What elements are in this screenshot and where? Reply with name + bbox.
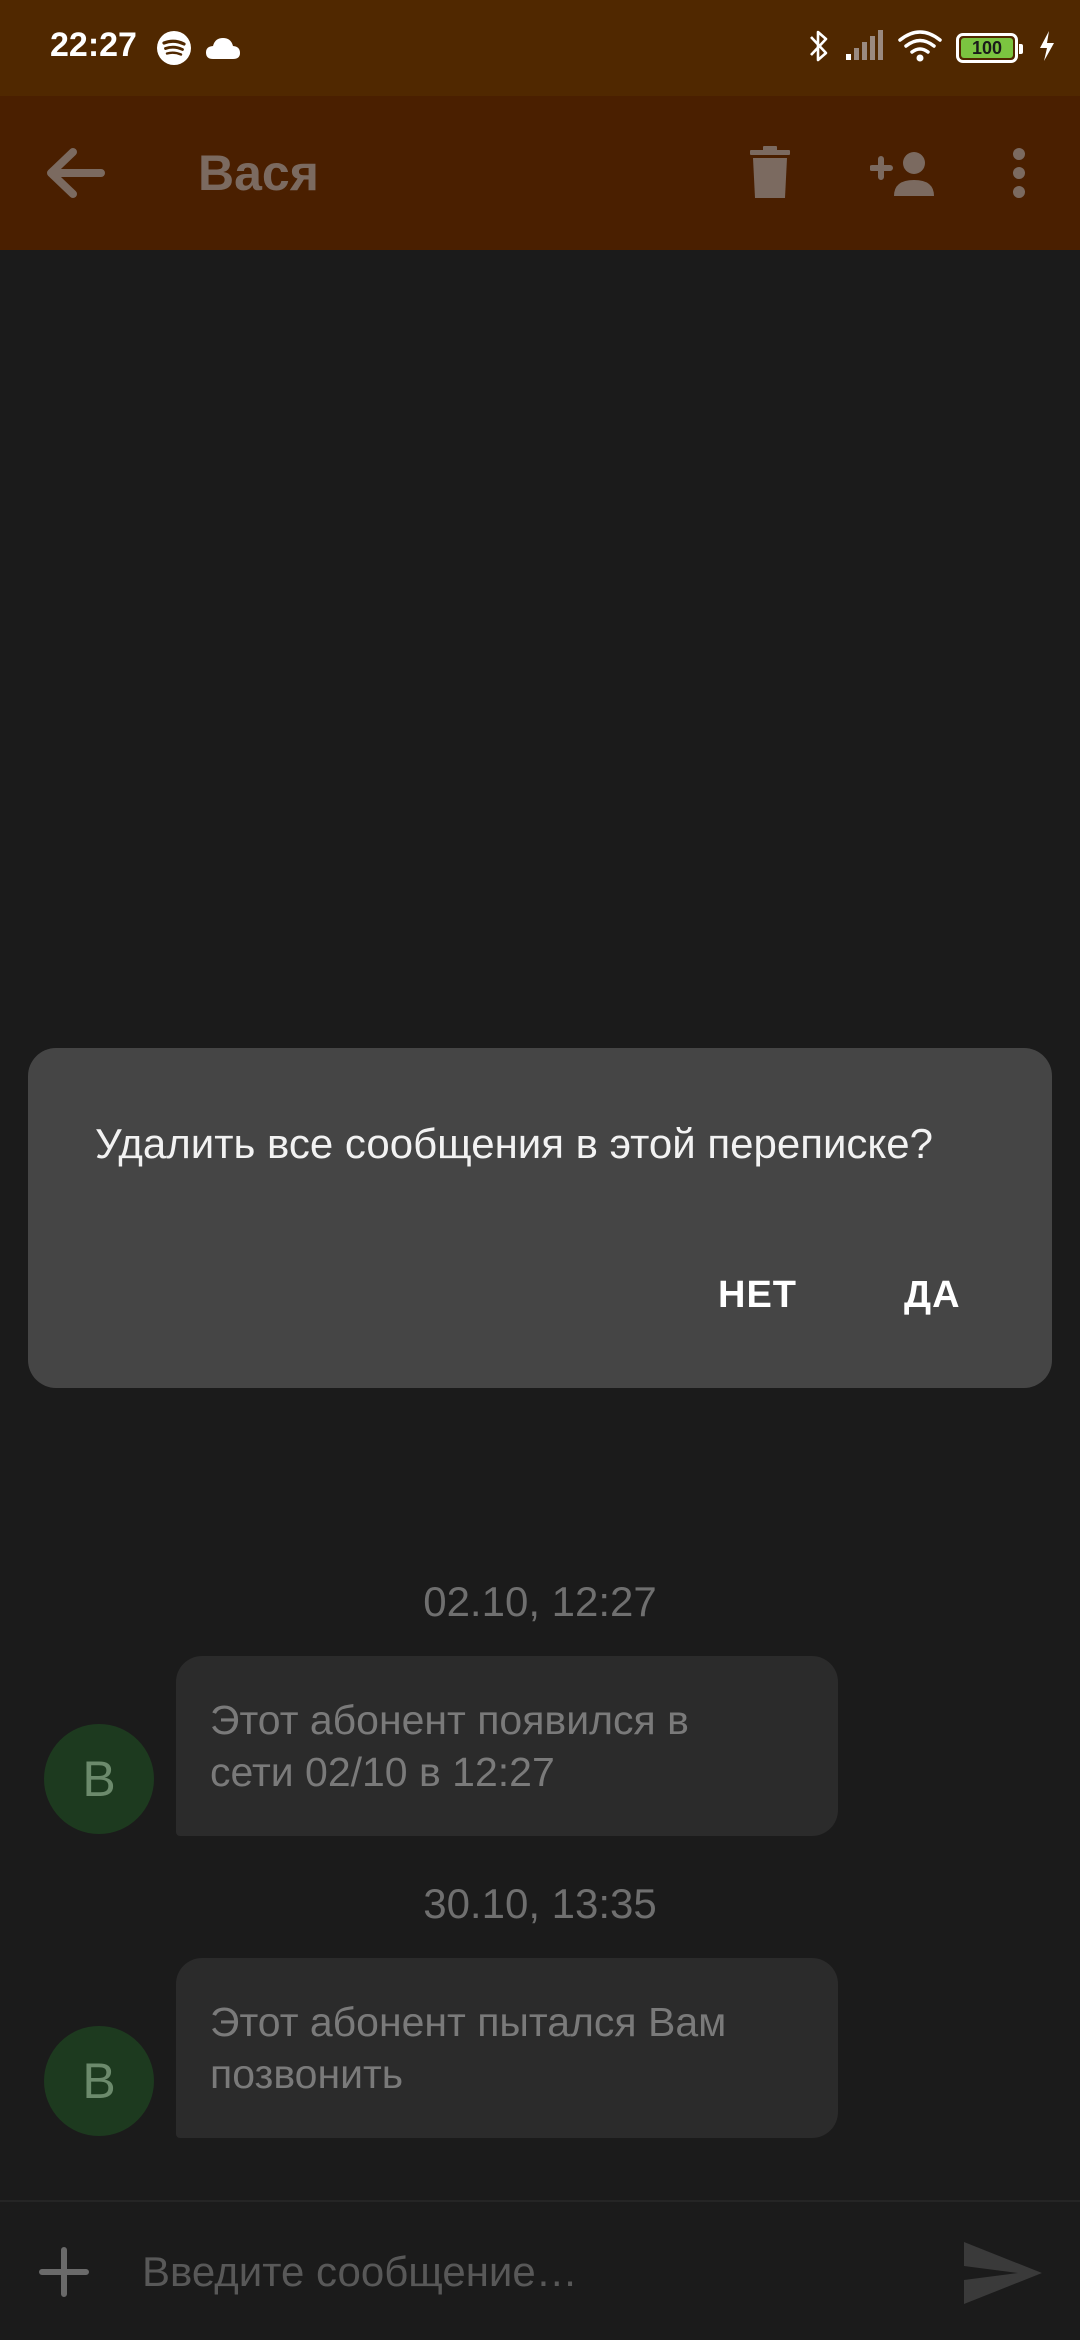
yes-button[interactable]: ДА — [904, 1274, 961, 1317]
dialog-message: Удалить все сообщения в этой переписке? — [95, 1120, 933, 1167]
screen: 22:27 100 Вася 02.10, 12:27 В Этот абоне… — [0, 0, 1080, 2340]
no-button[interactable]: НЕТ — [718, 1274, 797, 1317]
confirm-delete-dialog: Удалить все сообщения в этой переписке? … — [28, 1048, 1052, 1388]
